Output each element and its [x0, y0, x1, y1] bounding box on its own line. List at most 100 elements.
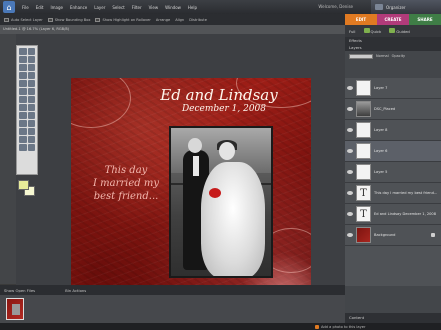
eye-icon[interactable]	[347, 107, 353, 111]
arrange-dropdown[interactable]: Arrange	[156, 18, 170, 22]
eyedropper-tool-icon[interactable]	[27, 56, 35, 63]
menu-file[interactable]: File	[22, 5, 29, 10]
hand-tool-icon[interactable]	[19, 56, 27, 63]
option-label: Show Bounding Box	[54, 17, 91, 22]
scrapbook-canvas[interactable]: Ed and Lindsay December 1, 2008 This day…	[71, 78, 311, 318]
wedding-photo[interactable]	[169, 126, 273, 278]
type-tool-icon[interactable]	[19, 80, 27, 87]
layer-row[interactable]: Layer 8	[345, 120, 441, 141]
eraser-tool-icon[interactable]	[27, 104, 35, 111]
canvas-quote-text[interactable]: This day I married my best friend...	[81, 164, 171, 203]
magic-wand-tool-icon[interactable]	[19, 72, 27, 79]
show-open-files-dropdown[interactable]: Show Open Files	[4, 288, 35, 293]
layer-row[interactable]: T This day I married my best friend...	[345, 183, 441, 204]
opacity-label: Opacity	[391, 54, 406, 58]
marquee-tool-icon[interactable]	[19, 64, 27, 71]
layer-name: Layer 5	[374, 170, 388, 174]
auto-select-layer-option[interactable]: Auto Select Layer	[4, 17, 43, 22]
content-panel-header[interactable]: Content	[345, 313, 441, 323]
eye-icon[interactable]	[347, 86, 353, 90]
show-highlight-option[interactable]: Show Highlight on Rollover	[95, 17, 151, 22]
layer-row[interactable]: Layer 5	[345, 162, 441, 183]
eye-icon[interactable]	[347, 170, 353, 174]
align-dropdown[interactable]: Align	[175, 18, 184, 22]
eye-icon[interactable]	[347, 191, 353, 195]
option-label: Distribute	[189, 17, 207, 22]
organizer-label: Organizer	[386, 4, 406, 10]
add-photo-hint[interactable]: Add a photo to this layer	[315, 323, 441, 330]
clone-stamp-icon[interactable]	[19, 104, 27, 111]
spot-healing-icon[interactable]	[27, 96, 35, 103]
toolbox-panel	[0, 34, 16, 284]
menu-window[interactable]: Window	[165, 5, 181, 10]
tab-edit[interactable]: EDIT	[345, 14, 377, 25]
straighten-tool-icon[interactable]	[27, 88, 35, 95]
move-tool-icon[interactable]	[19, 48, 27, 55]
layers-list: Layer 7 DSC_Placed Layer 8 Layer 6 Layer	[345, 78, 441, 286]
zoom-tool-icon[interactable]	[27, 48, 35, 55]
crop-tool-icon[interactable]	[27, 80, 35, 87]
pencil-tool-icon[interactable]	[19, 112, 27, 119]
blur-tool-icon[interactable]	[19, 136, 27, 143]
quick-icon	[363, 28, 370, 33]
checkbox[interactable]	[95, 17, 101, 22]
dodge-tool-icon[interactable]	[19, 144, 27, 151]
layer-row[interactable]: Background	[345, 225, 441, 246]
menu-filter[interactable]: Filter	[132, 5, 142, 10]
menu-image[interactable]: Image	[50, 5, 63, 10]
shape-tool-icon[interactable]	[27, 128, 35, 135]
menu-help[interactable]: Help	[188, 5, 197, 10]
checkbox[interactable]	[4, 17, 9, 22]
document-title-bar: Untitled-1 @ 16.7% (Layer 6, RGB/8)	[0, 25, 345, 34]
menu-layer[interactable]: Layer	[94, 5, 105, 10]
sponge-tool-icon[interactable]	[27, 136, 35, 143]
tab-share[interactable]: SHARE	[409, 14, 441, 25]
layer-row[interactable]: Layer 7	[345, 78, 441, 99]
layer-row[interactable]: T Ed and Lindsay December 1, 2008	[345, 204, 441, 225]
photo-bride-dress	[201, 162, 265, 276]
smart-brush-icon[interactable]	[19, 120, 27, 127]
add-photo-text: Add a photo to this layer	[321, 324, 366, 329]
layer-thumbnail	[356, 143, 371, 159]
layer-row[interactable]: DSC_Placed	[345, 99, 441, 120]
distribute-dropdown[interactable]: Distribute	[189, 18, 207, 22]
layer-name: Layer 7	[374, 86, 388, 90]
menu-view[interactable]: View	[149, 5, 159, 10]
blend-mode-select[interactable]	[349, 53, 373, 59]
full-edit-tab[interactable]: Full	[349, 29, 356, 34]
quote-line: I married my	[93, 178, 159, 189]
effects-panel-header[interactable]: Effects	[345, 37, 441, 44]
add-photo-icon	[315, 324, 319, 329]
home-icon[interactable]: ⌂	[3, 1, 15, 13]
canvas-date-text[interactable]: December 1, 2008	[149, 104, 299, 114]
layers-panel-header[interactable]: Layers	[345, 44, 441, 51]
bin-actions-button[interactable]: Bin Actions	[65, 288, 86, 293]
organizer-icon	[375, 4, 383, 10]
show-bounding-box-option[interactable]: Show Bounding Box	[47, 17, 91, 22]
foreground-color-swatch[interactable]	[18, 180, 29, 190]
eye-icon[interactable]	[347, 212, 353, 216]
open-file-thumbnail[interactable]	[6, 298, 24, 320]
tab-create[interactable]: CREATE	[377, 14, 409, 25]
eye-icon[interactable]	[347, 128, 353, 132]
eye-icon[interactable]	[347, 149, 353, 153]
organizer-button[interactable]: Organizer	[371, 0, 441, 14]
selection-brush-icon[interactable]	[27, 72, 35, 79]
layer-row-selected[interactable]: Layer 6	[345, 141, 441, 162]
checkbox[interactable]	[47, 17, 53, 22]
paint-bucket-icon[interactable]	[27, 120, 35, 127]
cookie-cutter-icon[interactable]	[19, 88, 27, 95]
menu-enhance[interactable]: Enhance	[70, 5, 87, 10]
quick-edit-tab[interactable]: Quick	[363, 28, 381, 34]
burn-tool-icon[interactable]	[27, 144, 35, 151]
gradient-tool-icon[interactable]	[19, 128, 27, 135]
eye-icon[interactable]	[347, 233, 353, 237]
canvas-title-text[interactable]: Ed and Lindsay	[139, 86, 299, 104]
guided-edit-tab[interactable]: Guided	[389, 28, 410, 34]
red-eye-tool-icon[interactable]	[19, 96, 27, 103]
menu-edit[interactable]: Edit	[36, 5, 44, 10]
lasso-tool-icon[interactable]	[27, 64, 35, 71]
blend-mode-value: Normal	[376, 54, 389, 58]
menu-select[interactable]: Select	[112, 5, 124, 10]
brush-tool-icon[interactable]	[27, 112, 35, 119]
